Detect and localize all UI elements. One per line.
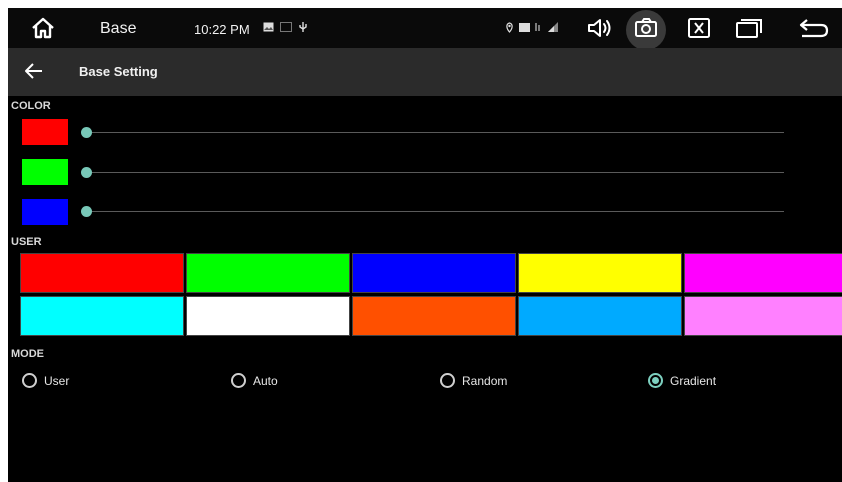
page-title: Base Setting — [79, 64, 158, 79]
camera-button[interactable] — [626, 10, 666, 50]
user-color-cell[interactable] — [518, 296, 682, 336]
screen: Base 10:22 PM Base Setting COLOR USER MO… — [8, 8, 842, 482]
mode-option-label: Auto — [253, 373, 278, 388]
red-slider-track[interactable] — [86, 132, 784, 133]
camera-icon — [634, 17, 658, 44]
home-icon[interactable] — [30, 16, 56, 40]
user-color-cell[interactable] — [20, 296, 184, 336]
radio-gradient[interactable] — [648, 373, 663, 388]
sd-card-icon — [280, 22, 292, 32]
mode-option-label: User — [44, 373, 70, 388]
battery-icon — [519, 23, 531, 32]
title-bar: Base Setting — [8, 48, 842, 96]
mode-option-random[interactable]: Random — [440, 373, 507, 388]
radio-auto[interactable] — [231, 373, 246, 388]
blue-slider-thumb[interactable] — [81, 206, 92, 217]
user-color-cell[interactable] — [684, 296, 842, 336]
mode-section-label: MODE — [11, 348, 44, 360]
user-color-cell[interactable] — [352, 296, 516, 336]
location-icon — [505, 22, 514, 33]
green-slider-thumb[interactable] — [81, 167, 92, 178]
red-swatch — [22, 119, 68, 145]
red-slider-thumb[interactable] — [81, 127, 92, 138]
color-section-label: COLOR — [11, 100, 51, 112]
mode-option-user[interactable]: User — [22, 373, 69, 388]
user-color-cell[interactable] — [20, 253, 184, 293]
mode-option-label: Gradient — [670, 373, 717, 388]
green-swatch — [22, 159, 68, 185]
usb-icon — [298, 21, 308, 33]
user-color-cell[interactable] — [186, 253, 350, 293]
user-color-cell[interactable] — [684, 253, 842, 293]
back-icon[interactable] — [798, 17, 830, 39]
mode-option-gradient[interactable]: Gradient — [648, 373, 716, 388]
signal-icon — [534, 21, 560, 33]
radio-user[interactable] — [22, 373, 37, 388]
user-color-grid — [20, 253, 842, 337]
user-color-cell[interactable] — [186, 296, 350, 336]
image-icon — [263, 22, 274, 32]
clock: 10:22 PM — [194, 22, 250, 37]
back-arrow-icon[interactable] — [24, 62, 44, 85]
green-slider-track[interactable] — [86, 172, 784, 173]
user-color-cell[interactable] — [518, 253, 682, 293]
radio-random[interactable] — [440, 373, 455, 388]
mode-option-label: Random — [462, 373, 508, 388]
windows-icon[interactable] — [735, 17, 763, 39]
blue-slider-track[interactable] — [86, 211, 784, 212]
user-color-cell[interactable] — [352, 253, 516, 293]
blue-swatch — [22, 199, 68, 225]
user-section-label: USER — [11, 236, 42, 248]
volume-icon[interactable] — [586, 16, 614, 40]
close-box-icon[interactable] — [687, 17, 711, 39]
mode-option-auto[interactable]: Auto — [231, 373, 278, 388]
status-bar: Base 10:22 PM — [8, 8, 842, 50]
app-name: Base — [100, 20, 137, 37]
